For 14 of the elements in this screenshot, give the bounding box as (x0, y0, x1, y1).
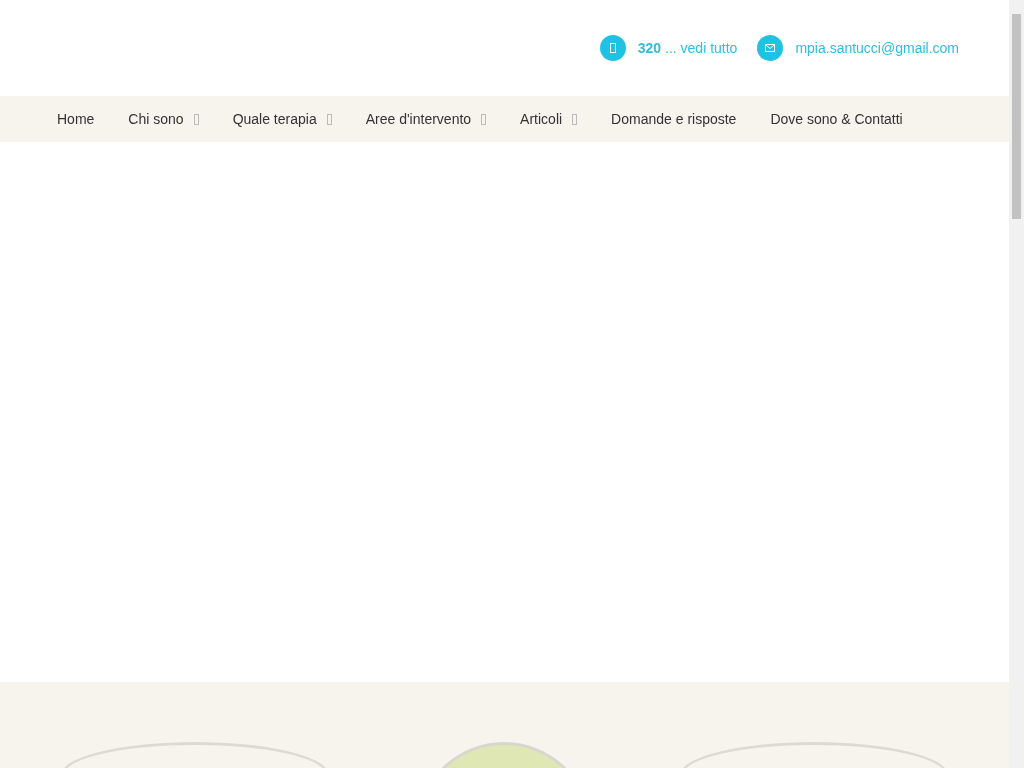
nav-link[interactable]: Domande e risposte (594, 111, 754, 127)
mail-icon (765, 44, 776, 52)
nav-link[interactable]: Chi sono (111, 111, 216, 127)
nav-link[interactable]: Quale terapia (215, 111, 349, 127)
caret-icon (193, 113, 199, 125)
caret-icon (572, 113, 578, 125)
caret-icon (481, 113, 487, 125)
nav-link[interactable]: Articoli (503, 111, 595, 127)
nav-link[interactable]: Dove sono & Contatti (753, 111, 920, 127)
nav-link[interactable]: Home (40, 111, 112, 127)
scrollbar[interactable] (1009, 0, 1024, 768)
phone-icon (609, 43, 616, 53)
caret-icon (326, 113, 332, 125)
nav-link[interactable]: Aree d'intervento (348, 111, 504, 127)
